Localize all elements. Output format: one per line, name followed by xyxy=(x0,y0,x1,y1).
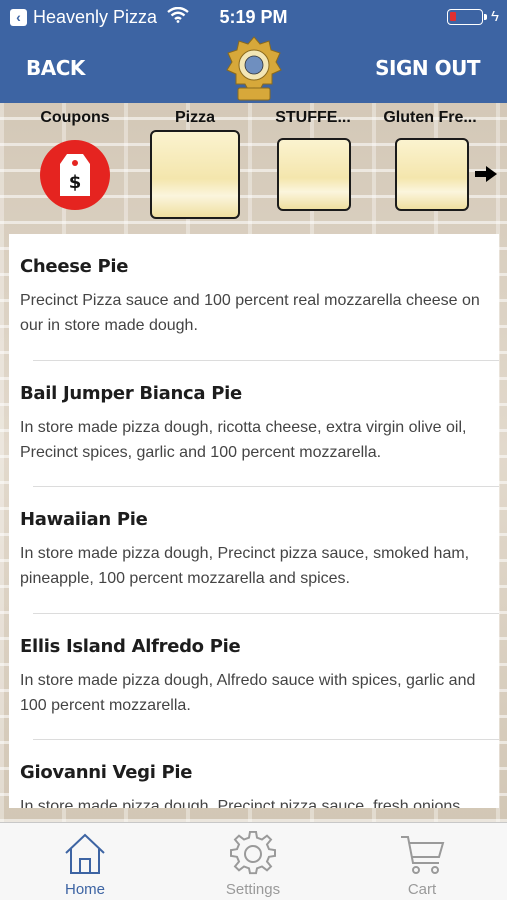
header: ‹ Heavenly Pizza 5:19 PM ϟ BACK SIGN OUT xyxy=(0,0,507,103)
status-time: 5:19 PM xyxy=(219,7,288,27)
menu-item-description: In store made pizza dough, Precinct pizz… xyxy=(20,545,470,587)
menu-item-title: Hawaiian Pie xyxy=(20,509,148,530)
list-item[interactable]: Cheese Pie Precinct Pizza sauce and 100 … xyxy=(9,234,499,361)
charging-bolt-icon: ϟ xyxy=(491,8,499,25)
list-item[interactable]: Bail Jumper Bianca Pie In store made piz… xyxy=(9,361,499,487)
back-button[interactable]: BACK xyxy=(26,56,85,80)
status-bar: ‹ Heavenly Pizza 5:19 PM ϟ xyxy=(0,0,507,36)
category-gluten-free[interactable]: Gluten Fre... xyxy=(380,103,480,223)
menu-item-title: Bail Jumper Bianca Pie xyxy=(20,382,242,404)
police-badge-logo xyxy=(226,36,282,101)
category-label: Coupons xyxy=(40,109,110,126)
tab-label: Settings xyxy=(225,881,281,898)
tab-label: Cart xyxy=(407,881,437,898)
category-label: Gluten Fre... xyxy=(383,109,477,126)
tab-bar: Home Settings Cart xyxy=(0,822,507,900)
menu-item-title: Ellis Island Alfredo Pie xyxy=(20,635,241,657)
svg-text:$: $ xyxy=(69,172,82,193)
category-coupons[interactable]: Coupons $ xyxy=(25,103,125,223)
tab-cart[interactable]: Cart xyxy=(362,823,482,900)
list-item[interactable]: Giovanni Vegi Pie In store made pizza do… xyxy=(9,740,499,808)
category-label: STUFFE... xyxy=(275,109,351,126)
menu-item-title: Cheese Pie xyxy=(20,256,129,277)
gear-icon xyxy=(230,831,276,875)
menu-item-description: In store made pizza dough, Precinct pizz… xyxy=(20,798,465,808)
tab-label: Home xyxy=(64,881,105,898)
tab-settings[interactable]: Settings xyxy=(193,823,313,900)
sign-out-button[interactable]: SIGN OUT xyxy=(375,56,480,80)
category-strip: Coupons $ Pizza STUFFE... Gluten Fre... xyxy=(0,103,507,226)
list-item[interactable]: Hawaiian Pie In store made pizza dough, … xyxy=(9,487,499,614)
battery-level xyxy=(450,11,457,21)
category-pizza[interactable]: Pizza xyxy=(145,103,245,223)
tab-home[interactable]: Home xyxy=(25,823,145,900)
menu-item-description: Precinct Pizza sauce and 100 percent rea… xyxy=(20,292,480,334)
category-thumbnail xyxy=(395,138,469,211)
battery-indicator: ϟ xyxy=(447,8,499,25)
cart-icon xyxy=(401,836,445,874)
list-item[interactable]: Ellis Island Alfredo Pie In store made p… xyxy=(9,614,499,740)
coupon-tag-icon: $ xyxy=(40,140,110,210)
category-label: Pizza xyxy=(174,109,215,126)
menu-item-description: In store made pizza dough, Alfredo sauce… xyxy=(20,671,476,714)
menu-item-description: In store made pizza dough, ricotta chees… xyxy=(20,418,467,461)
home-icon xyxy=(65,833,105,874)
scroll-right-arrow-icon[interactable] xyxy=(474,165,498,183)
battery-icon xyxy=(447,8,484,25)
category-stuffed[interactable]: STUFFE... xyxy=(263,103,363,223)
menu-item-title: Giovanni Vegi Pie xyxy=(20,762,193,783)
category-thumbnail xyxy=(277,138,351,211)
category-thumbnail xyxy=(150,130,240,219)
menu-list: Cheese Pie Precinct Pizza sauce and 100 … xyxy=(9,234,499,808)
